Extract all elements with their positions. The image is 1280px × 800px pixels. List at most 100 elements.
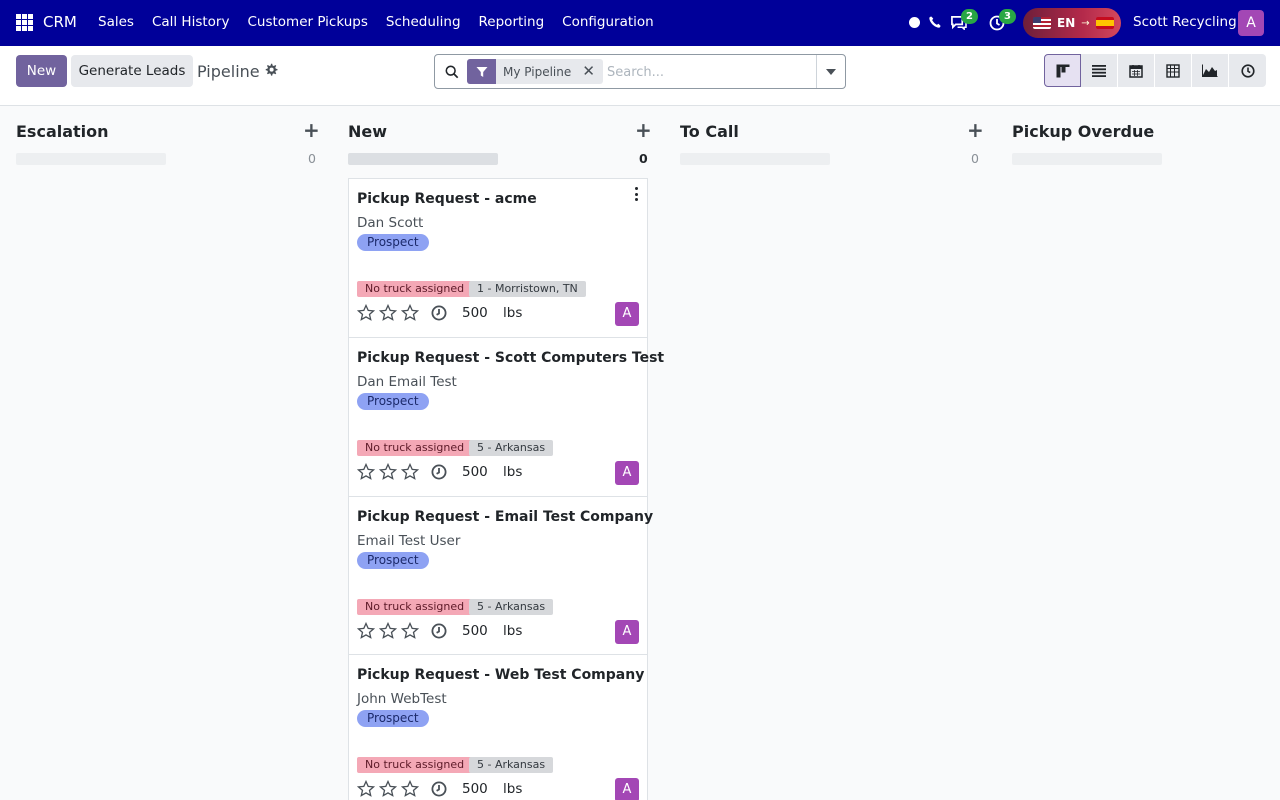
gear-icon[interactable] [264, 63, 278, 77]
language-switcher[interactable]: EN → [1023, 8, 1121, 38]
priority-stars [357, 463, 419, 481]
status-dot-icon[interactable] [909, 17, 920, 28]
prospect-tag: Prospect [357, 234, 429, 251]
menu-item-call-history[interactable]: Call History [152, 14, 230, 30]
activity-clock-icon[interactable] [431, 305, 447, 321]
column-progress-pickup-overdue[interactable] [1012, 153, 1162, 165]
prospect-tag: Prospect [357, 552, 429, 569]
activity-clock-icon[interactable] [431, 464, 447, 480]
kanban-card[interactable]: Pickup Request - Scott Computers Test Da… [348, 337, 664, 496]
activity-clock-icon[interactable] [431, 623, 447, 639]
facet-close-icon[interactable]: ✕ [582, 63, 595, 79]
generate-leads-button[interactable]: Generate Leads [71, 55, 193, 87]
priority-stars [357, 304, 419, 322]
priority-stars [357, 622, 419, 640]
card-menu-icon[interactable] [635, 187, 639, 201]
list-icon [1092, 64, 1106, 77]
facet-label: My Pipeline [503, 64, 572, 79]
card-weight: 500 [462, 305, 488, 321]
priority-stars [357, 780, 419, 798]
star-icon[interactable] [357, 780, 375, 798]
location-tag: 1 - Morristown, TN [469, 281, 586, 297]
star-icon[interactable] [401, 304, 419, 322]
star-icon[interactable] [357, 463, 375, 481]
es-flag-icon [1095, 17, 1114, 29]
star-icon[interactable] [379, 304, 397, 322]
menu-item-customer-pickups[interactable]: Customer Pickups [247, 14, 367, 30]
star-icon[interactable] [379, 780, 397, 798]
list-view-button[interactable] [1081, 54, 1118, 87]
card-title: Pickup Request - Email Test Company [357, 509, 654, 525]
column-add-to-call-icon[interactable]: + [967, 120, 984, 140]
search-icon[interactable] [445, 65, 459, 79]
column-add-escalation-icon[interactable]: + [303, 120, 320, 140]
card-weight-unit: lbs [503, 623, 523, 639]
truck-status-tag: No truck assigned [357, 757, 473, 773]
menu-item-reporting[interactable]: Reporting [479, 14, 545, 30]
column-count-escalation: 0 [308, 151, 316, 166]
card-avatar[interactable]: A [615, 778, 639, 800]
card-contact: John WebTest [357, 691, 447, 707]
star-icon[interactable] [401, 463, 419, 481]
column-title-pickup-overdue[interactable]: Pickup Overdue [1012, 122, 1154, 141]
column-add-new-icon[interactable]: + [635, 120, 652, 140]
star-icon[interactable] [401, 622, 419, 640]
view-switcher [1044, 54, 1266, 87]
card-weight-unit: lbs [503, 781, 523, 797]
new-button[interactable]: New [16, 55, 67, 87]
kanban-view-button[interactable] [1044, 54, 1081, 87]
main-menu: Sales Call History Customer Pickups Sche… [98, 14, 672, 30]
column-progress-escalation[interactable] [16, 153, 166, 165]
calendar-icon [1129, 64, 1143, 78]
card-avatar[interactable]: A [615, 461, 639, 485]
star-icon[interactable] [401, 780, 419, 798]
card-weight: 500 [462, 623, 488, 639]
kanban-card[interactable]: Pickup Request - acme Dan Scott Prospect… [348, 178, 648, 337]
location-tag: 5 - Arkansas [469, 599, 554, 615]
truck-status-tag: No truck assigned [357, 440, 473, 456]
column-title-escalation[interactable]: Escalation [16, 122, 109, 141]
graph-view-button[interactable] [1192, 54, 1229, 87]
area-chart-icon [1202, 64, 1218, 77]
truck-status-tag: No truck assigned [357, 599, 473, 615]
card-title: Pickup Request - Web Test Company [357, 667, 645, 683]
menu-item-scheduling[interactable]: Scheduling [386, 14, 461, 30]
menu-item-configuration[interactable]: Configuration [562, 14, 654, 30]
column-title-new[interactable]: New [348, 122, 387, 141]
activities-badge: 3 [999, 9, 1016, 24]
us-flag-icon [1033, 17, 1051, 29]
location-tag: 5 - Arkansas [469, 440, 554, 456]
search-options-toggle[interactable] [816, 55, 845, 88]
star-icon[interactable] [357, 304, 375, 322]
user-avatar[interactable]: A [1238, 10, 1264, 36]
apps-grid-icon[interactable] [16, 14, 33, 31]
star-icon[interactable] [379, 463, 397, 481]
card-weight-unit: lbs [503, 464, 523, 480]
kanban-card[interactable]: Pickup Request - Email Test Company Emai… [348, 496, 653, 655]
control-panel: New Generate Leads Pipeline My Pipeline … [0, 46, 1280, 106]
pivot-view-button[interactable] [1155, 54, 1192, 87]
calendar-view-button[interactable] [1118, 54, 1155, 87]
column-progress-to-call[interactable] [680, 153, 830, 165]
card-avatar[interactable]: A [615, 302, 639, 326]
column-title-to-call[interactable]: To Call [680, 122, 739, 141]
column-progress-new[interactable] [348, 153, 498, 165]
breadcrumb: Pipeline [197, 62, 260, 81]
activity-view-button[interactable] [1229, 54, 1266, 87]
card-avatar[interactable]: A [615, 620, 639, 644]
kanban-card[interactable]: Pickup Request - Web Test Company John W… [348, 654, 648, 800]
card-weight: 500 [462, 464, 488, 480]
card-contact: Dan Scott [357, 215, 424, 231]
card-contact: Dan Email Test [357, 374, 457, 390]
activity-clock-icon[interactable] [431, 781, 447, 797]
menu-item-sales[interactable]: Sales [98, 14, 134, 30]
arrow-right-icon: → [1081, 17, 1090, 29]
app-brand[interactable]: CRM [43, 13, 77, 31]
star-icon[interactable] [379, 622, 397, 640]
company-name[interactable]: Scott Recycling [1133, 14, 1237, 30]
truck-status-tag: No truck assigned [357, 281, 473, 297]
pivot-icon [1166, 63, 1180, 78]
star-icon[interactable] [357, 622, 375, 640]
search-input[interactable] [607, 61, 812, 83]
phone-icon[interactable] [928, 14, 942, 30]
